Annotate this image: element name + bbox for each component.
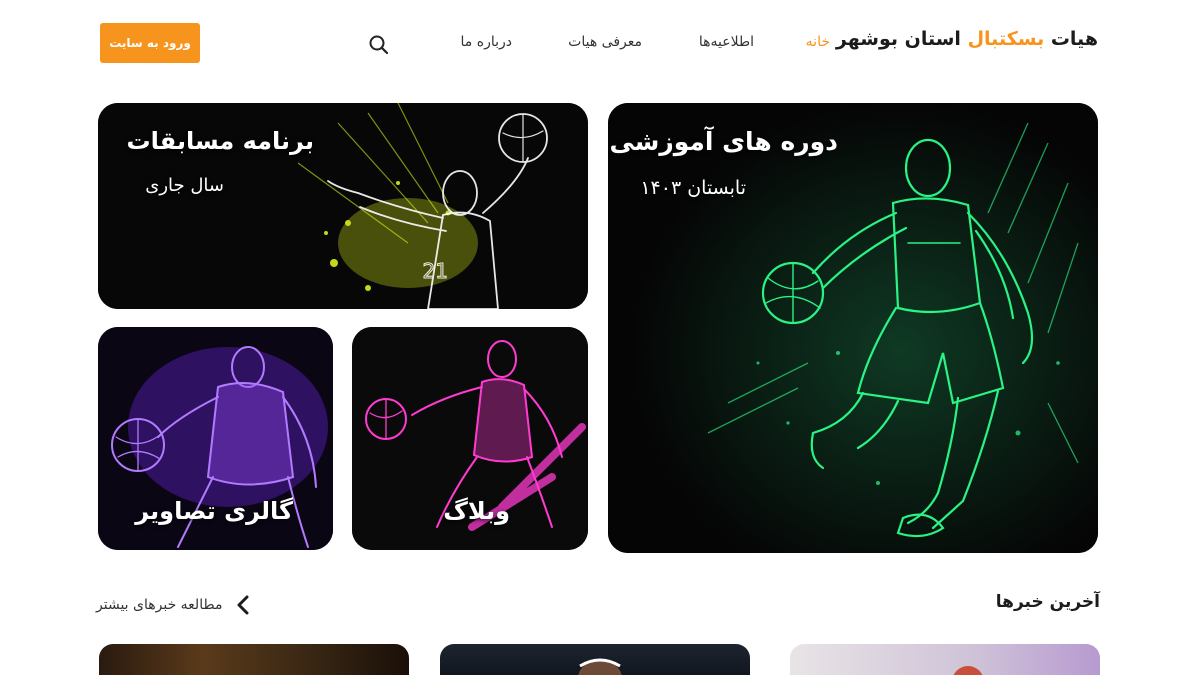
- green-basketball-player-illustration: [608, 103, 1098, 553]
- nav-about-board[interactable]: معرفی هیات: [568, 34, 642, 56]
- nav-home[interactable]: خانه: [806, 34, 830, 56]
- search-icon: [369, 35, 389, 55]
- more-news-link[interactable]: مطالعه خبرهای بیشتر: [96, 592, 250, 618]
- card-competitions[interactable]: 21 برنامه مسابقات سال جاری: [98, 103, 588, 309]
- card-training-courses[interactable]: دوره های آموزشی تابستان ۱۴۰۳: [608, 103, 1098, 553]
- svg-text:21: 21: [423, 259, 448, 283]
- logo-text-1: هیات: [1044, 28, 1098, 50]
- search-button[interactable]: [368, 34, 390, 56]
- card-main-subtitle: تابستان ۱۴۰۳: [640, 177, 746, 199]
- more-news-label: مطالعه خبرهای بیشتر: [96, 597, 223, 613]
- nav-about-us[interactable]: درباره ما: [461, 34, 512, 56]
- logo-text-accent: بسکتبال: [967, 28, 1045, 50]
- card-competitions-title: برنامه مسابقات: [126, 127, 314, 155]
- news-card-image[interactable]: [790, 644, 1100, 675]
- news-image-basketball: [953, 666, 983, 675]
- logo-text-2: استان بوشهر: [835, 28, 968, 50]
- site-logo[interactable]: هیات بسکتبال استان بوشهر: [836, 28, 1098, 50]
- news-image-player-head: [578, 658, 622, 675]
- card-blog-title: وبلاگ: [443, 497, 510, 525]
- login-button[interactable]: ورود به سایت: [100, 23, 200, 63]
- news-card-image[interactable]: [440, 644, 750, 675]
- chevron-left-icon: [237, 595, 249, 615]
- nav-announcements[interactable]: اطلاعیه‌ها: [699, 34, 754, 56]
- card-gallery[interactable]: گالری تصاویر: [98, 327, 333, 550]
- site-header: هیات بسکتبال استان بوشهر خانه اطلاعیه‌ها…: [0, 0, 1200, 88]
- news-card-image[interactable]: [99, 644, 409, 675]
- latest-news-heading: آخرین خبرها: [995, 592, 1100, 612]
- card-blog[interactable]: وبلاگ: [352, 327, 588, 550]
- card-gallery-title: گالری تصاویر: [135, 497, 293, 525]
- card-main-title: دوره های آموزشی: [609, 127, 838, 156]
- card-competitions-subtitle: سال جاری: [145, 175, 224, 196]
